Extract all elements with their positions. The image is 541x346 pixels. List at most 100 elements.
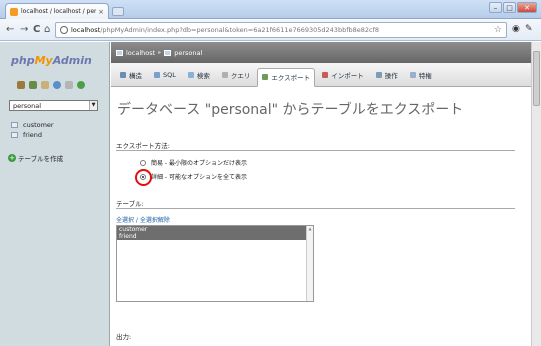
- export-method-label: エクスポート方法:: [116, 142, 170, 150]
- window-controls: – □ ✕: [489, 2, 537, 13]
- select-links: 全選択 / 全選択解除: [116, 215, 170, 224]
- table-icon[interactable]: [11, 122, 18, 128]
- table-list: customer friend: [11, 120, 54, 140]
- main-frame: localhost ▸ personal 構造 SQL 検索 クエリ エクスポー…: [111, 42, 531, 346]
- db-tabs: 構造 SQL 検索 クエリ エクスポート インポート 操作 特権: [111, 63, 531, 87]
- logo-admin: Admin: [52, 54, 92, 67]
- divider: [116, 208, 515, 209]
- tab-search[interactable]: 検索: [183, 67, 215, 82]
- left-navigation-frame: phpMyAdmin personal ▼ customer friend + …: [0, 42, 110, 346]
- search-icon: [187, 71, 194, 78]
- list-item[interactable]: friend: [117, 233, 313, 240]
- divider: [116, 150, 515, 151]
- privileges-icon: [409, 71, 416, 78]
- minimize-button[interactable]: –: [489, 2, 502, 13]
- table-item-friend[interactable]: friend: [11, 130, 54, 140]
- query-icon[interactable]: [41, 81, 49, 89]
- page-scrollbar[interactable]: [531, 42, 541, 346]
- breadcrumb-server[interactable]: localhost: [126, 49, 155, 57]
- export-option-label: 簡易 - 最小限のオプションだけ表示: [151, 160, 247, 167]
- tables-label: テーブル:: [116, 200, 144, 208]
- database-select[interactable]: personal ▼: [9, 100, 98, 111]
- tab-close-icon[interactable]: ×: [98, 8, 104, 16]
- output-label: 出力:: [116, 333, 132, 341]
- create-table-link[interactable]: + テーブルを作成: [8, 153, 63, 163]
- database-icon: [164, 49, 172, 56]
- logo-php: php: [11, 54, 35, 67]
- export-option-label: 詳細 - 可能なオプションを全て表示: [151, 174, 247, 181]
- sql-icon: [154, 71, 160, 78]
- tab-label: SQL: [163, 70, 176, 79]
- tab-import[interactable]: インポート: [317, 67, 369, 82]
- address-bar[interactable]: localhost/phpMyAdmin/index.php?db=person…: [55, 22, 507, 38]
- table-item-customer[interactable]: customer: [11, 120, 54, 130]
- tab-title: localhost / localhost / pers: [21, 8, 97, 15]
- highlight-circle-annotation: [135, 169, 152, 186]
- tab-label: 構造: [129, 71, 142, 80]
- reload-icon[interactable]: C: [33, 24, 40, 36]
- table-icon[interactable]: [11, 132, 18, 138]
- database-select-value: personal: [13, 101, 42, 110]
- quick-icons: [17, 81, 85, 89]
- listbox-scrollbar[interactable]: ▲: [306, 226, 313, 301]
- import-icon: [322, 71, 329, 78]
- reload-navigation-icon[interactable]: [77, 81, 85, 89]
- radio-quick[interactable]: [140, 159, 146, 166]
- tab-operations[interactable]: 操作: [371, 67, 403, 82]
- dropdown-arrow-icon: ▼: [89, 101, 97, 110]
- logo-my: My: [34, 54, 53, 67]
- tab-privileges[interactable]: 特権: [405, 67, 437, 82]
- structure-icon: [120, 71, 126, 78]
- deselect-all-link[interactable]: 全選択解除: [140, 217, 170, 224]
- tab-label: エクスポート: [271, 74, 311, 82]
- phpmyadmin-logo[interactable]: phpMyAdmin: [11, 54, 92, 67]
- tab-label: 特権: [418, 71, 432, 80]
- home-icon[interactable]: [17, 81, 25, 89]
- breadcrumb-separator: ▸: [158, 49, 162, 56]
- browser-tab[interactable]: localhost / localhost / pers ×: [5, 3, 109, 19]
- server-icon: [116, 49, 123, 56]
- query-icon: [221, 71, 228, 78]
- sql-window-icon[interactable]: [29, 81, 37, 89]
- table-item-label: customer: [23, 121, 54, 129]
- table-item-label: friend: [23, 131, 43, 139]
- help-icon[interactable]: [53, 81, 61, 89]
- url-text: localhost/phpMyAdmin/index.php?db=person…: [71, 26, 494, 34]
- tables-listbox[interactable]: customer friend ▲: [116, 225, 314, 302]
- tab-label: 操作: [384, 71, 398, 80]
- breadcrumb: localhost ▸ personal: [111, 42, 531, 63]
- tab-structure[interactable]: 構造: [115, 67, 147, 82]
- close-window-button[interactable]: ✕: [517, 2, 537, 13]
- create-table-label: テーブルを作成: [18, 155, 64, 163]
- tab-sql[interactable]: SQL: [149, 67, 181, 82]
- tab-export[interactable]: エクスポート: [257, 67, 316, 87]
- tab-label: インポート: [331, 71, 364, 80]
- back-icon[interactable]: ←: [6, 24, 14, 36]
- export-option-quick[interactable]: 簡易 - 最小限のオプションだけ表示: [140, 158, 247, 167]
- url-host: localhost: [71, 26, 101, 34]
- export-icon: [262, 74, 269, 80]
- window-titlebar: localhost / localhost / pers × – □ ✕: [0, 0, 541, 19]
- browser-toolbar: ← → C ⌂ localhost/phpMyAdmin/index.php?d…: [0, 19, 541, 41]
- scrollbar-thumb[interactable]: [533, 51, 540, 106]
- list-item[interactable]: customer: [117, 226, 313, 233]
- globe-icon: [60, 26, 68, 34]
- wrench-icon[interactable]: ✎: [525, 24, 533, 35]
- home-icon[interactable]: ⌂: [44, 24, 50, 36]
- maximize-button[interactable]: □: [503, 2, 516, 13]
- tab-label: 検索: [196, 71, 210, 80]
- forward-icon[interactable]: →: [20, 24, 28, 36]
- tab-label: クエリ: [230, 71, 251, 80]
- export-option-custom[interactable]: 詳細 - 可能なオプションを全て表示: [140, 172, 247, 181]
- tab-query[interactable]: クエリ: [217, 67, 256, 82]
- breadcrumb-database[interactable]: personal: [174, 49, 202, 57]
- plus-icon: +: [8, 154, 16, 162]
- url-path: /phpMyAdmin/index.php?db=personal&token=…: [100, 26, 380, 34]
- page-title: データベース "personal" からテーブルをエクスポート: [117, 102, 464, 118]
- page-menu-icon[interactable]: ◉: [512, 24, 520, 35]
- select-all-link[interactable]: 全選択: [116, 217, 134, 224]
- docs-icon[interactable]: [65, 81, 73, 89]
- new-tab-button[interactable]: [112, 7, 124, 16]
- bookmark-star-icon[interactable]: ☆: [494, 25, 502, 35]
- phpmyadmin-favicon-icon: [10, 7, 18, 16]
